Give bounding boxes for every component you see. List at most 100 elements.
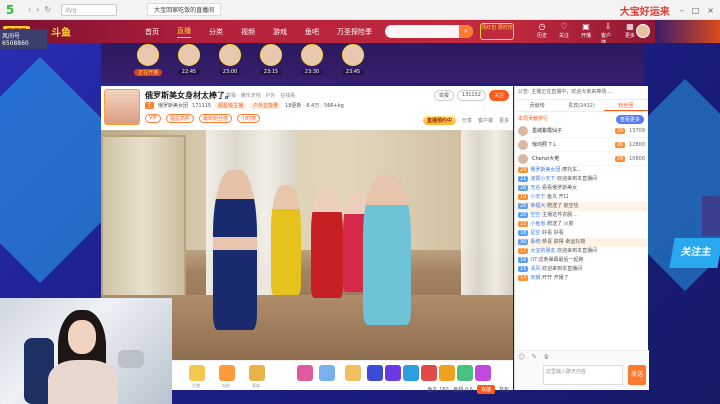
minimize-icon[interactable]: – xyxy=(680,6,684,15)
rank-row[interactable]: Chenxi大佬 24 10800 xyxy=(515,152,648,166)
gift-icon[interactable] xyxy=(345,365,361,381)
address-bar[interactable]: dyg xyxy=(61,3,118,16)
follow-overlay[interactable]: 关注主 xyxy=(669,238,720,268)
color-icon[interactable]: ✎ xyxy=(531,353,537,361)
camera-icon: ▣ xyxy=(582,22,590,31)
reserve-button[interactable]: 直播预约中 xyxy=(422,116,456,125)
anchor-card[interactable]: 22:45 xyxy=(169,43,209,75)
side-tag-label: 风间号 xyxy=(2,33,21,40)
gift-icon[interactable] xyxy=(319,365,335,381)
anchor-card[interactable]: 23:00 xyxy=(210,43,250,75)
chat-username[interactable]: 天朝: xyxy=(530,275,542,281)
chat-notice: 公告: 主播正在直播中，欢迎大家来捧场... xyxy=(515,86,648,100)
chat-username[interactable]: 星空: xyxy=(530,230,542,236)
gift-icon[interactable] xyxy=(367,365,383,381)
level-badge: 30 xyxy=(518,239,529,245)
nav-item-game[interactable]: 游戏 xyxy=(273,27,287,37)
tab-contribution[interactable]: 贡献榜 xyxy=(515,100,559,111)
browser-logo[interactable]: 5 xyxy=(0,0,20,20)
anchor-card[interactable]: 23:45 xyxy=(333,43,373,75)
gift-icon[interactable] xyxy=(385,365,401,381)
chat-username[interactable]: 系统: xyxy=(530,239,542,245)
anchor-card[interactable]: 23:15 xyxy=(251,43,291,75)
chat-username[interactable]: 小鱼崽: xyxy=(530,221,547,227)
nav-item-video[interactable]: 视频 xyxy=(241,27,255,37)
nav-item-live[interactable]: 直播 xyxy=(177,26,191,38)
anchor-card[interactable]: 正在开播 xyxy=(128,43,168,76)
site-header: 风间号 斗鱼 首页 直播 分类 视频 游戏 鱼吧 万圣探险季 ⌕ 领红包 限时抢… xyxy=(0,20,720,46)
chat-username[interactable]: 清风: xyxy=(530,266,542,272)
gift-icon[interactable] xyxy=(421,365,437,381)
tab-vip[interactable]: 贵宾(2432) xyxy=(559,100,603,111)
rank-row[interactable]: 墨城紫霞仙子 29 13709 xyxy=(515,124,648,138)
report-button[interactable]: 举报 xyxy=(433,90,454,101)
fans-badge-icon[interactable]: ♛ xyxy=(543,353,549,361)
streamer-avatar[interactable] xyxy=(104,89,140,125)
chat-username[interactable]: 俄罗斯美女团: xyxy=(530,167,562,173)
chat-username[interactable]: 幸福大: xyxy=(530,203,547,209)
forward-icon[interactable]: › xyxy=(36,5,39,14)
room-number: 171115 xyxy=(192,102,212,109)
gift-icon[interactable] xyxy=(297,365,313,381)
rank-more-button[interactable]: 查看更多 xyxy=(615,115,644,124)
webcam-overlay xyxy=(0,298,172,404)
chat-input[interactable]: 这里输入聊天内容 xyxy=(543,365,623,385)
dancer xyxy=(213,170,257,330)
chip-lucky[interactable]: 福星高照 xyxy=(165,114,194,123)
chat-username[interactable]: 空空: xyxy=(530,212,542,218)
search-input[interactable] xyxy=(385,25,473,38)
chat-username[interactable]: 小天下: xyxy=(530,194,547,200)
gift-icon[interactable] xyxy=(439,365,455,381)
nav-item-category[interactable]: 分类 xyxy=(209,27,223,37)
chat-username[interactable]: 大宝的朋友: xyxy=(530,248,557,254)
more-link[interactable]: 更多 xyxy=(499,117,509,124)
nav-item-yuba[interactable]: 鱼吧 xyxy=(305,27,319,37)
backpack-button[interactable]: 背包 xyxy=(499,386,509,393)
redpacket-pill[interactable]: 领红包 限时抢 xyxy=(480,23,514,40)
side-tag-left: 风间号 6508860 xyxy=(0,29,47,49)
anchor-time: 22:45 xyxy=(177,69,201,75)
chat-username[interactable]: OT: xyxy=(530,257,538,263)
game-banner[interactable] xyxy=(655,20,720,43)
follow-button[interactable]: 关注 xyxy=(488,90,509,101)
chat-message: 30 系统:恭喜 获得 幸运礼物 xyxy=(515,238,648,247)
room-chips: VIP 福星高照 最新粉丝榜 小时榜 xyxy=(145,114,260,123)
chat-username[interactable]: 无名: xyxy=(530,185,542,191)
anchor-card[interactable]: 23:30 xyxy=(292,43,332,75)
nav-item-event[interactable]: 万圣探险季 xyxy=(337,27,372,37)
send-button[interactable]: 发送 xyxy=(628,365,646,385)
noble-icon[interactable] xyxy=(249,365,265,381)
douyu-logo[interactable]: 斗鱼 xyxy=(51,24,71,39)
nav-item-home[interactable]: 首页 xyxy=(145,27,159,37)
badge-energy[interactable]: 户外正能量 xyxy=(250,102,282,109)
maximize-icon[interactable]: □ xyxy=(692,6,700,15)
close-icon[interactable]: × xyxy=(707,6,714,15)
refresh-icon[interactable]: ↻ xyxy=(44,5,51,14)
chip-fans[interactable]: 最新粉丝榜 xyxy=(198,114,232,123)
streamer-name[interactable]: 俄罗斯美女团 xyxy=(158,102,188,109)
back-icon[interactable]: ‹ xyxy=(28,5,31,14)
video-curtain xyxy=(461,130,513,300)
room-category[interactable]: 举报 · 娱乐天地 · 户外 · 在线看 xyxy=(226,92,295,99)
fans-icon[interactable] xyxy=(219,365,235,381)
emoji-icon[interactable]: ☺ xyxy=(518,353,525,361)
chat-text: 摩托车... xyxy=(562,167,582,173)
browser-tab[interactable]: 大宝回家吃饭的直播间 xyxy=(147,3,222,16)
charge-button[interactable]: 充值 xyxy=(476,385,495,394)
gift-icon[interactable] xyxy=(403,365,419,381)
cam-body xyxy=(48,360,118,404)
gift-icon[interactable] xyxy=(475,365,491,381)
gift-label: 礼物 xyxy=(192,383,200,388)
chip-hour[interactable]: 小时榜 xyxy=(236,114,260,123)
gift-icon[interactable] xyxy=(457,365,473,381)
rank-name: 惊鸿照 7 L xyxy=(532,142,557,148)
tab-fans[interactable]: 粉丝团 xyxy=(603,100,648,111)
chip-vip[interactable]: VIP xyxy=(145,114,161,123)
chat-username[interactable]: 凌霄小天下: xyxy=(530,176,557,182)
share-button[interactable]: 分享 xyxy=(462,117,472,124)
client-link[interactable]: 客户端 xyxy=(478,117,493,124)
badge-star[interactable]: 超星级主播 xyxy=(215,102,247,109)
rank-row[interactable]: 惊鸿照 7 L 26 12800 xyxy=(515,138,648,152)
user-avatar[interactable] xyxy=(636,24,650,38)
gift-icon[interactable] xyxy=(189,365,205,381)
